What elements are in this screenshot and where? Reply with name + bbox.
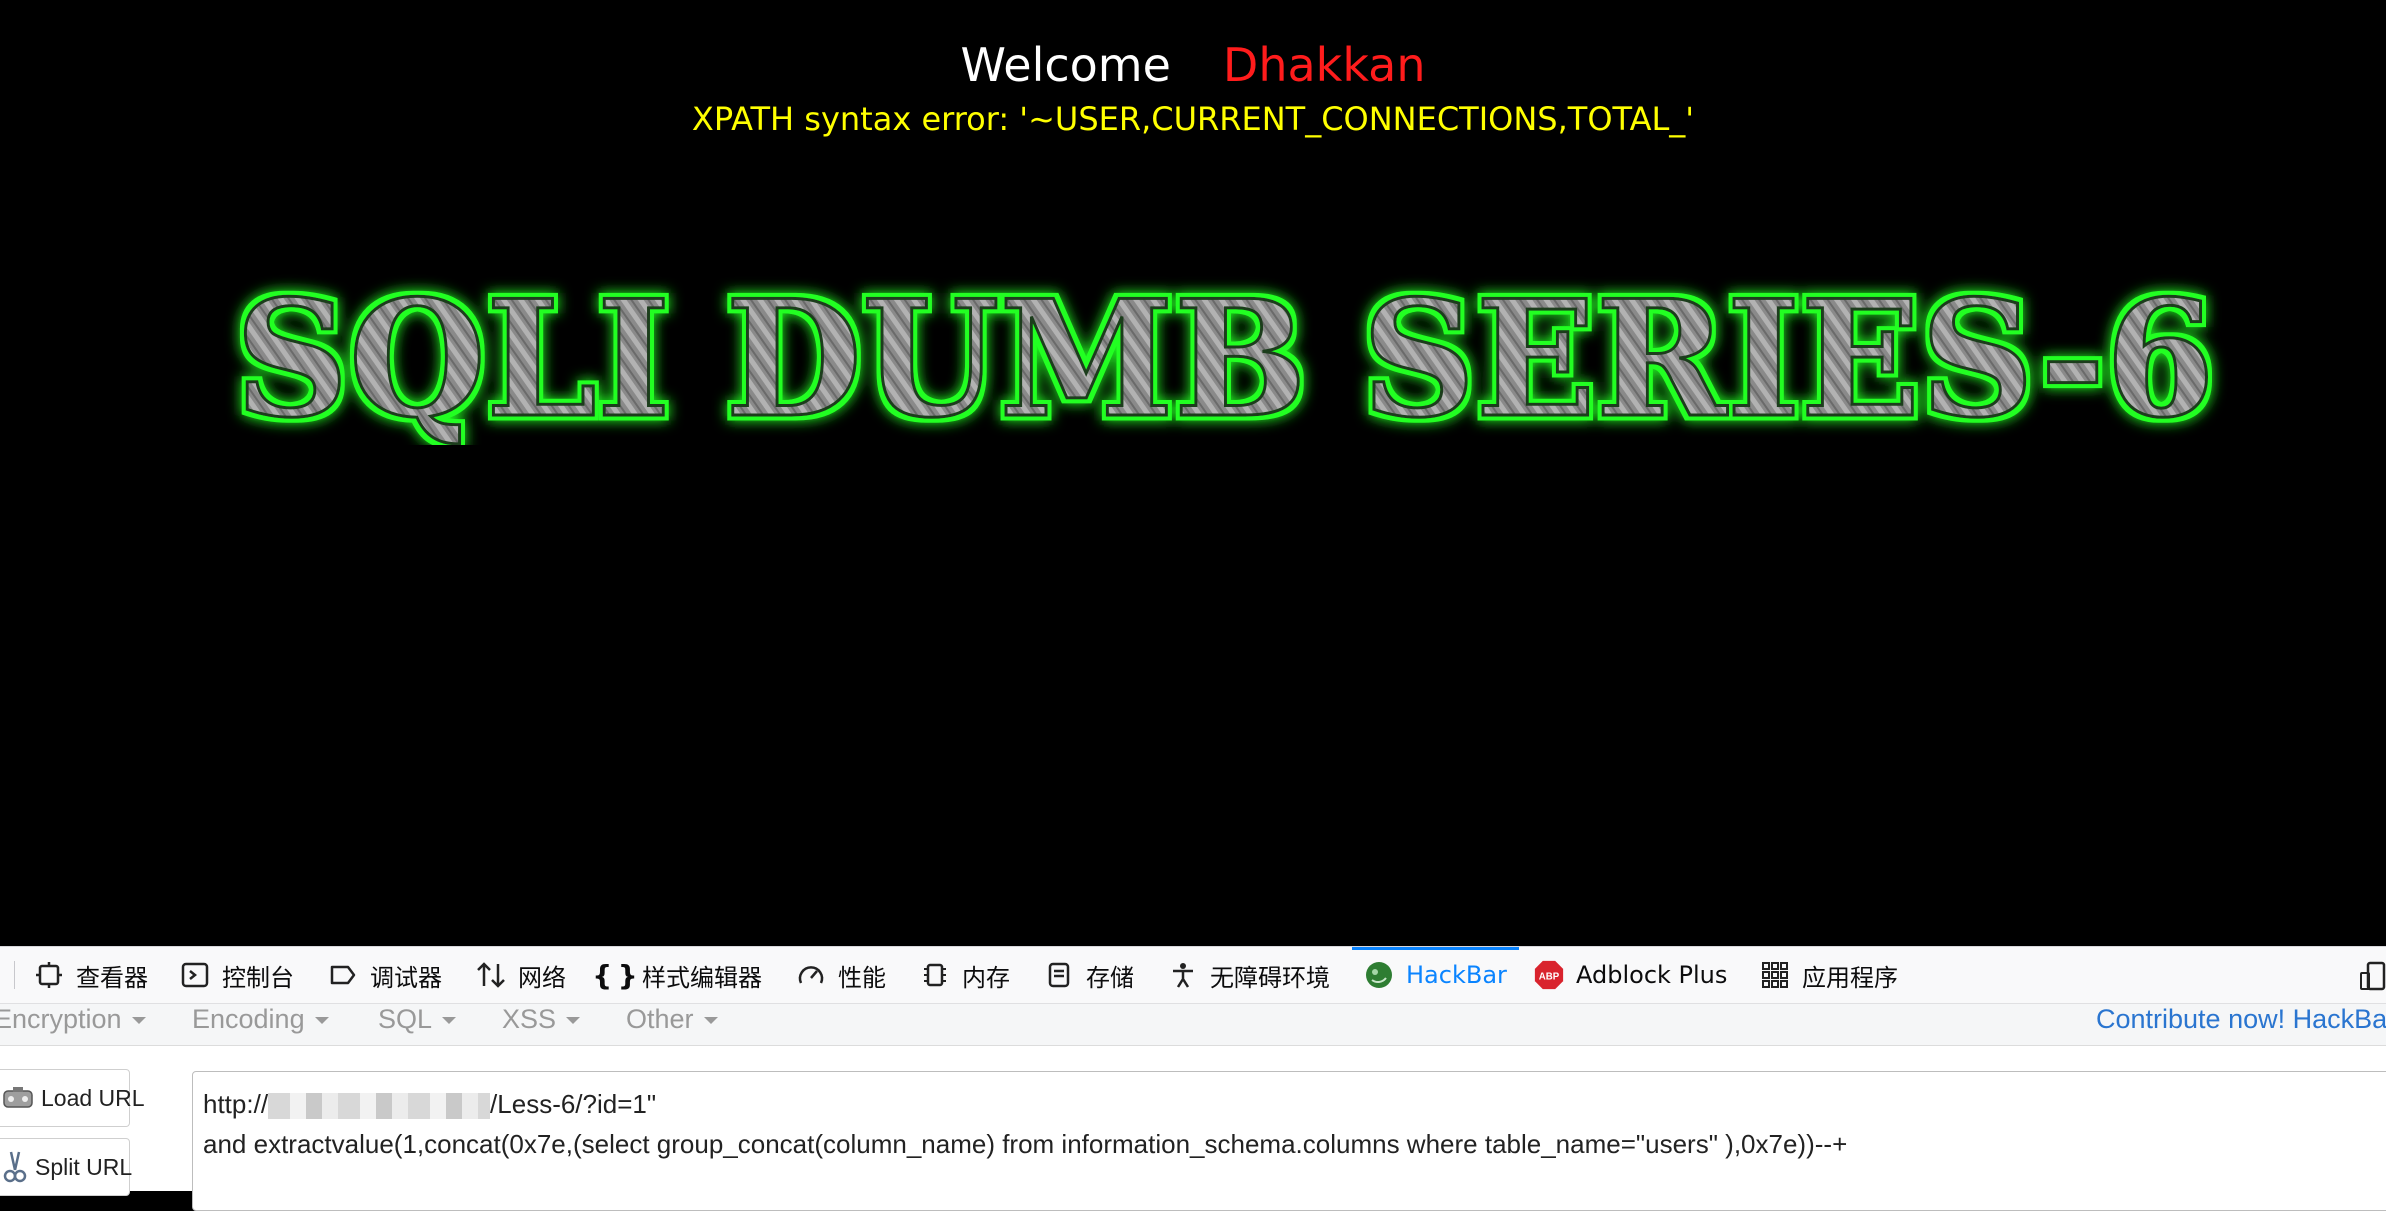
application-icon (1760, 960, 1790, 990)
tab-hackbar[interactable]: HackBar (1352, 947, 1519, 1003)
url-prefix: http:// (203, 1089, 269, 1119)
memory-icon (920, 960, 950, 990)
tab-label: 调试器 (370, 963, 442, 992)
network-icon (476, 960, 506, 990)
console-icon (180, 960, 210, 990)
tab-performance[interactable]: 性能 (796, 947, 886, 1003)
tab-memory[interactable]: 内存 (920, 947, 1010, 1003)
menu-label: Encryption (0, 1004, 122, 1034)
menu-label: XSS (502, 1004, 557, 1034)
tab-accessibility[interactable]: 无障碍环境 (1168, 947, 1330, 1003)
tab-style-editor[interactable]: { } 样式编辑器 (592, 947, 762, 1003)
toolbar-separator (14, 961, 15, 989)
accessibility-icon (1168, 960, 1198, 990)
tab-label: 应用程序 (1802, 963, 1898, 992)
menu-xss[interactable]: XSS (502, 1004, 581, 1044)
url-textarea[interactable]: http:// /Less-6/?id=1" and extractvalue(1… (192, 1071, 2386, 1211)
menu-label: SQL (378, 1004, 433, 1034)
adblock-plus-icon: ABP (1534, 960, 1564, 990)
user-name: Dhakkan (1222, 38, 1426, 92)
tab-console[interactable]: 控制台 (180, 947, 294, 1003)
caret-down-icon (442, 1017, 457, 1025)
hackbar-menu-bar: Encryption Encoding SQL XSS Other Contri… (0, 1004, 2386, 1046)
split-url-label: Split URL (35, 1153, 133, 1180)
menu-label: Other (626, 1004, 694, 1034)
svg-text:ABP: ABP (1539, 971, 1560, 982)
responsive-design-icon[interactable] (2360, 961, 2386, 996)
redacted-host (268, 1093, 491, 1120)
hackbar-icon (1364, 960, 1394, 990)
tab-label: 样式编辑器 (642, 963, 762, 992)
hackbar-panel: Load URL Split URL http:// /Less-6/?id=1"… (0, 1046, 2386, 1211)
menu-other[interactable]: Other (626, 1004, 718, 1044)
welcome-text: Welcome (960, 38, 1171, 92)
storage-icon (1044, 960, 1074, 990)
menu-label: Encoding (192, 1004, 305, 1034)
url-line-1: http:// /Less-6/?id=1" (203, 1084, 2386, 1124)
banner-text: SQLI DUMB SERIES-6 (235, 265, 2215, 445)
tab-label: 查看器 (76, 963, 148, 992)
menu-encoding[interactable]: Encoding (192, 1004, 329, 1044)
caret-down-icon (566, 1017, 581, 1025)
tab-label: 无障碍环境 (1210, 963, 1330, 992)
tab-network[interactable]: 网络 (476, 947, 566, 1003)
contribute-link[interactable]: Contribute now! HackBar (2096, 1004, 2386, 1044)
tab-debugger[interactable]: 调试器 (328, 947, 442, 1003)
tab-inspector[interactable]: 查看器 (34, 947, 148, 1003)
tab-storage[interactable]: 存储 (1044, 947, 1134, 1003)
url-path: /Less-6/?id=1" (490, 1089, 657, 1119)
devtools-toolbar: 查看器 控制台 调试器 网络 { } 样式编辑器 性能 内存 存储 无障碍环境 … (0, 946, 2386, 1004)
style-editor-icon: { } (592, 958, 638, 992)
caret-down-icon (314, 1017, 329, 1025)
tab-adblock-plus[interactable]: ABP Adblock Plus (1534, 947, 1727, 1003)
caret-down-icon (131, 1017, 146, 1025)
load-url-label: Load URL (41, 1084, 145, 1111)
menu-sql[interactable]: SQL (378, 1004, 457, 1044)
web-page: Welcome Dhakkan XPATH syntax error: '~USE… (0, 0, 2386, 946)
menu-encryption[interactable]: Encryption (0, 1004, 146, 1044)
load-url-icon (3, 1086, 33, 1110)
scissors-icon (3, 1150, 27, 1184)
tab-label: 内存 (962, 963, 1010, 992)
performance-icon (796, 960, 826, 990)
debugger-icon (328, 960, 358, 990)
tab-label: 控制台 (222, 963, 294, 992)
split-url-button[interactable]: Split URL (0, 1138, 133, 1196)
tab-label: 存储 (1086, 963, 1134, 992)
sqli-banner: SQLI DUMB SERIES-6 (234, 265, 2217, 445)
tab-label: HackBar (1406, 961, 1507, 989)
inspector-icon (34, 960, 64, 990)
url-line-2: and extractvalue(1,concat(0x7e,(select g… (203, 1129, 1848, 1159)
tab-label: Adblock Plus (1576, 961, 1728, 989)
welcome-line: Welcome Dhakkan (0, 38, 2386, 92)
tab-application[interactable]: 应用程序 (1760, 947, 1898, 1003)
tab-label: 网络 (518, 963, 566, 992)
xpath-error-message: XPATH syntax error: '~USER,CURRENT_CONNE… (691, 100, 1695, 138)
tab-label: 性能 (838, 963, 886, 992)
caret-down-icon (703, 1017, 718, 1025)
load-url-button[interactable]: Load URL (0, 1069, 145, 1127)
